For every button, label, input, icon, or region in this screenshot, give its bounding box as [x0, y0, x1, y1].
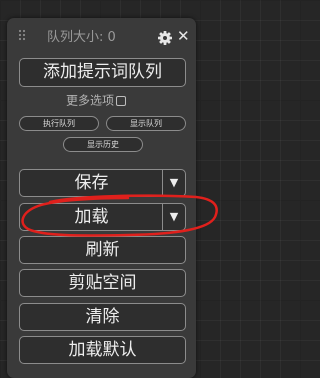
add-prompt-queue-button[interactable]: 添加提示词队列 [19, 58, 186, 87]
clear-button[interactable]: 清除 [19, 303, 186, 331]
more-options-checkbox[interactable] [116, 95, 127, 106]
more-options-label: 更多选项 [66, 93, 115, 108]
clipspace-button[interactable]: 剪贴空间 [19, 269, 186, 297]
show-history-button[interactable]: 显示历史 [63, 137, 143, 152]
execute-queue-button[interactable]: 执行队列 [19, 116, 99, 131]
save-button-label: 保存 [74, 173, 109, 193]
load-button-label: 加载 [74, 207, 109, 227]
load-default-button[interactable]: 加载默认 [19, 336, 186, 364]
save-dropdown-arrow[interactable]: ▼ [162, 170, 185, 196]
load-button[interactable]: 加载 ▼ [19, 203, 186, 231]
more-options: 更多选项 [66, 92, 156, 108]
save-button[interactable]: 保存 ▼ [19, 169, 186, 197]
drag-handle-icon[interactable] [18, 29, 26, 41]
refresh-button[interactable]: 刷新 [19, 236, 186, 264]
panel-header: 队列大小: 0 ✕ [7, 18, 196, 56]
show-queue-button[interactable]: 显示队列 [106, 116, 186, 131]
close-icon[interactable]: ✕ [177, 29, 190, 44]
gear-icon[interactable] [158, 30, 172, 45]
queue-size-label: 队列大小: 0 [47, 30, 116, 45]
queue-panel: 队列大小: 0 ✕ 添加提示词队列 更多选项 执行队列 显示队列 显示历史 保存… [7, 18, 196, 378]
load-dropdown-arrow[interactable]: ▼ [162, 204, 185, 230]
